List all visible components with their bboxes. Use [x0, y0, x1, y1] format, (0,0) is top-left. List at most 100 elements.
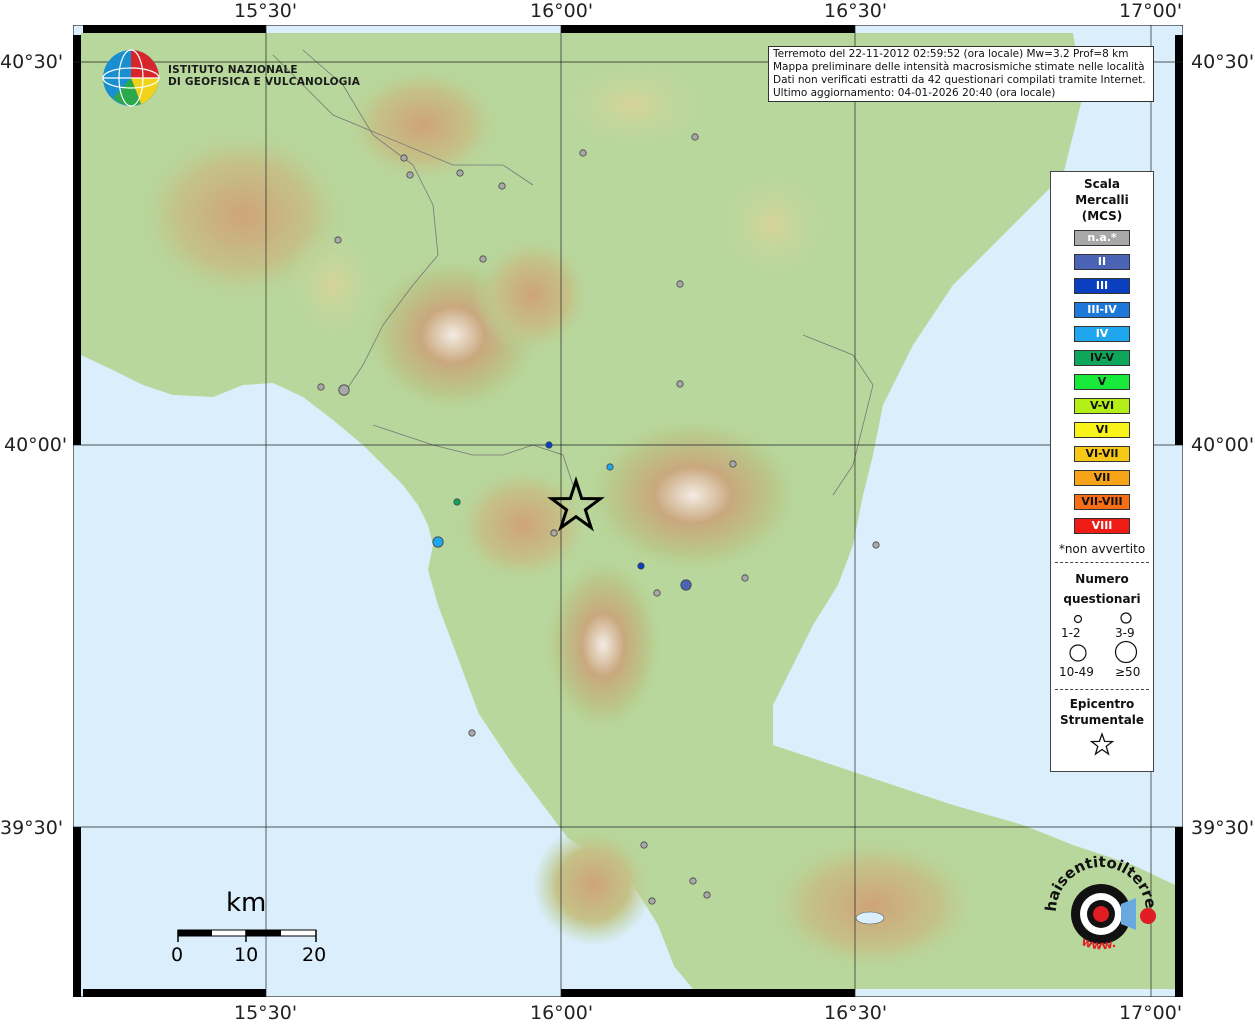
intensity-point[interactable] — [606, 463, 614, 471]
info-line-event: Terremoto del 22-11-2012 02:59:52 (ora l… — [773, 48, 1129, 60]
map-area[interactable] — [72, 24, 1184, 998]
legend-divider — [1055, 562, 1149, 563]
intensity-point[interactable] — [637, 562, 645, 570]
intensity-point[interactable] — [406, 171, 414, 179]
lon-label-top-1630: 16°30' — [824, 0, 888, 22]
info-line-map-desc: Mappa preliminare delle intensità macros… — [773, 61, 1145, 73]
lon-label-top-1700: 17°00' — [1119, 0, 1183, 22]
intensity-point[interactable] — [691, 133, 699, 141]
intensity-point[interactable] — [498, 182, 506, 190]
mcs-legend-row: IV-V — [1051, 346, 1153, 370]
epicenter-legend-line2: Strumentale — [1059, 713, 1145, 727]
mcs-legend-row: III-IV — [1051, 298, 1153, 322]
lon-label-top-1600: 16°00' — [530, 0, 594, 22]
lat-label-right-3930: 39°30' — [1191, 817, 1255, 839]
intensity-point[interactable] — [400, 154, 408, 162]
intensity-point[interactable] — [468, 729, 476, 737]
count-class-1-2: 1-2 — [1061, 626, 1081, 640]
mcs-swatch: V-VI — [1074, 398, 1130, 414]
intensity-point[interactable] — [676, 380, 684, 388]
mcs-legend-row: IV — [1051, 322, 1153, 346]
mcs-legend-row: VII-VIII — [1051, 490, 1153, 514]
info-box: Terremoto del 22-11-2012 02:59:52 (ora l… — [768, 46, 1154, 102]
count-class-50plus: ≥50 — [1115, 665, 1141, 679]
not-felt-note: *non avvertito — [1058, 542, 1146, 556]
intensity-point[interactable] — [872, 541, 880, 549]
intensity-point[interactable] — [338, 384, 350, 396]
mcs-swatch: n.a.* — [1074, 230, 1130, 246]
intensity-point[interactable] — [703, 891, 711, 899]
scale-tick-20: 20 — [302, 944, 327, 966]
scale-bar-graphic — [177, 929, 317, 942]
count-class-3-9: 3-9 — [1115, 626, 1135, 640]
scale-tick-0: 0 — [171, 944, 184, 966]
info-line-updated: Ultimo aggiornamento: 04-01-2026 20:40 (… — [773, 87, 1056, 99]
epicenter-legend-title: Epicentro Strumentale — [1051, 696, 1153, 728]
mcs-legend-row: n.a.* — [1051, 226, 1153, 250]
intensity-point[interactable] — [676, 280, 684, 288]
legend-divider-2 — [1055, 689, 1149, 690]
lat-label-left-4030: 40°30' — [0, 51, 64, 73]
lake — [855, 911, 885, 925]
legend-title-line3: (MCS) — [1081, 209, 1123, 223]
lon-label-top-1530: 15°30' — [234, 0, 298, 22]
intensity-point[interactable] — [680, 579, 692, 591]
count-symbols: 1-2 3-9 10-49 ≥50 — [1051, 609, 1153, 679]
mcs-swatch: II — [1074, 254, 1130, 270]
scale-unit: km — [226, 888, 267, 918]
mcs-swatch: III-IV — [1074, 302, 1130, 318]
intensity-point[interactable] — [550, 529, 558, 537]
count-title-line1: Numero — [1075, 572, 1129, 586]
intensity-point[interactable] — [456, 169, 464, 177]
intensity-point[interactable] — [432, 536, 444, 548]
mcs-swatch: V — [1074, 374, 1130, 390]
mcs-swatch: VII-VIII — [1074, 494, 1130, 510]
mcs-legend-row: VI — [1051, 418, 1153, 442]
mcs-swatch: VI — [1074, 422, 1130, 438]
lat-label-left-3930: 39°30' — [0, 817, 64, 839]
lat-label-left-4000: 40°00' — [4, 434, 68, 456]
scale-bar: km 0 10 20 — [170, 888, 340, 968]
mcs-legend-row: VII — [1051, 466, 1153, 490]
count-title: Numero questionari — [1051, 569, 1153, 609]
mcs-swatch: IV — [1074, 326, 1130, 342]
lon-label-bottom-1630: 16°30' — [824, 1002, 888, 1024]
intensity-point[interactable] — [334, 236, 342, 244]
intensity-point[interactable] — [648, 897, 656, 905]
legend-title-line1: Scala — [1083, 177, 1121, 191]
lon-label-bottom-1600: 16°00' — [530, 1002, 594, 1024]
intensity-point[interactable] — [689, 877, 697, 885]
intensity-point[interactable] — [729, 460, 737, 468]
star-icon — [1089, 732, 1115, 756]
mcs-legend-row: V — [1051, 370, 1153, 394]
intensity-point[interactable] — [741, 574, 749, 582]
intensity-point[interactable] — [479, 255, 487, 263]
legend-title-line2: Mercalli — [1075, 193, 1129, 207]
mcs-legend-row: V-VI — [1051, 394, 1153, 418]
lon-label-bottom-1700: 17°00' — [1119, 1002, 1183, 1024]
mcs-scale-list: n.a.* II III III-IV IV IV-V V V-VI VI VI-VII VII VI… — [1051, 226, 1153, 538]
globe-icon — [102, 49, 160, 107]
mcs-swatch: VII — [1074, 470, 1130, 486]
hsit-badge[interactable]: haisentitoilterremoto.it www. — [1028, 828, 1166, 972]
intensity-point[interactable] — [640, 841, 648, 849]
epicenter-legend-line1: Epicentro — [1069, 697, 1135, 711]
info-line-data-source: Dati non verificati estratti da 42 quest… — [773, 74, 1146, 86]
ingv-name-line2: DI GEOFISICA E VULCANOLOGIA — [168, 76, 361, 88]
intensity-point[interactable] — [579, 149, 587, 157]
hsit-logo: haisentitoilterremoto.it www. — [1028, 828, 1160, 953]
legend-title: Scala Mercalli (MCS) — [1051, 176, 1153, 224]
legend: Scala Mercalli (MCS) n.a.* II III III-IV IV I… — [1050, 171, 1154, 772]
intensity-point[interactable] — [545, 441, 553, 449]
intensity-point[interactable] — [317, 383, 325, 391]
mcs-swatch: VI-VII — [1074, 446, 1130, 462]
count-class-10-49: 10-49 — [1059, 665, 1094, 679]
mcs-swatch: VIII — [1074, 518, 1130, 534]
intensity-point[interactable] — [453, 498, 461, 506]
scale-tick-10: 10 — [234, 944, 259, 966]
mcs-swatch: IV-V — [1074, 350, 1130, 366]
count-title-line2: questionari — [1063, 592, 1141, 606]
ingv-name-line1: ISTITUTO NAZIONALE — [168, 64, 298, 76]
intensity-point[interactable] — [653, 589, 661, 597]
lon-label-bottom-1530: 15°30' — [234, 1002, 298, 1024]
